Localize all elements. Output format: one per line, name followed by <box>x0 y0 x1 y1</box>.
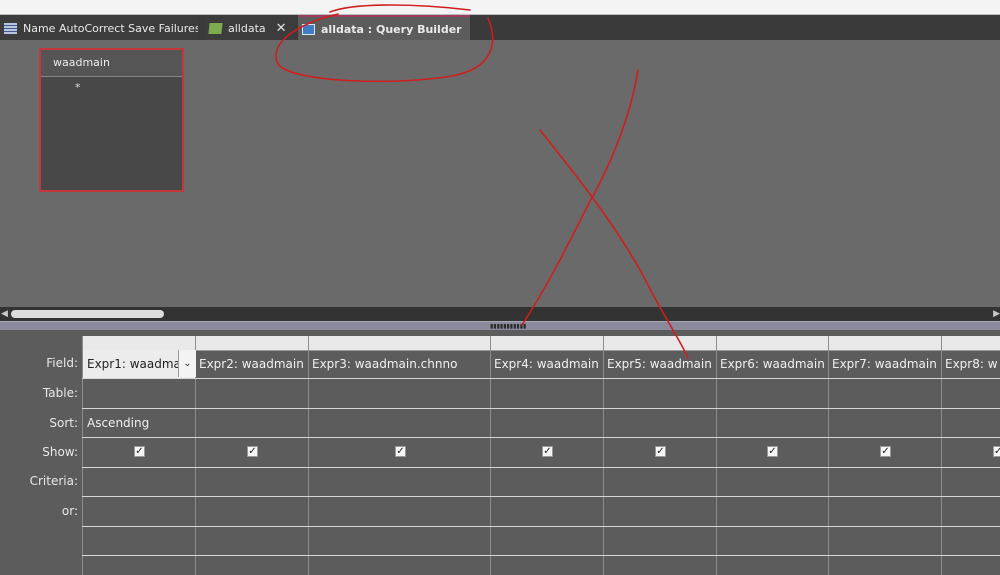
table-icon <box>4 22 17 34</box>
row-label-sort: Sort: <box>49 416 78 430</box>
column-divider <box>603 336 604 575</box>
row-label-show: Show: <box>42 445 78 459</box>
row-divider <box>82 408 1000 409</box>
column-selector-1[interactable] <box>83 336 195 351</box>
column-selector-7[interactable] <box>829 336 941 351</box>
column-selector-5[interactable] <box>604 336 716 351</box>
column-divider <box>308 336 309 575</box>
column-selector-6[interactable] <box>717 336 828 351</box>
query-icon <box>302 24 315 35</box>
document-tab-bar: Name AutoCorrect Save Failures alldata ✕… <box>0 14 1000 42</box>
column-selector-8[interactable] <box>942 336 1000 351</box>
pane-splitter[interactable]: ▮▮▮▮▮▮▮▮▮▮▮ <box>0 321 1000 330</box>
table-title[interactable]: waadmain <box>41 50 182 77</box>
column-divider <box>490 336 491 575</box>
tab-name-autocorrect-save-failures[interactable]: Name AutoCorrect Save Failures <box>0 15 198 41</box>
row-label-criteria: Criteria: <box>29 474 78 488</box>
field-cell-3[interactable]: Expr3: waadmain.chnno <box>312 357 489 371</box>
splitter-grip-icon[interactable]: ▮▮▮▮▮▮▮▮▮▮▮ <box>490 323 526 330</box>
tab-label: Name AutoCorrect Save Failures <box>23 21 198 35</box>
scroll-right-icon[interactable]: ▶ <box>993 309 1000 319</box>
document-icon <box>208 22 223 34</box>
tab-label: alldata <box>228 21 266 35</box>
row-divider <box>82 496 1000 497</box>
field-cell-8[interactable]: Expr8: w <box>945 357 1000 371</box>
horizontal-scrollbar[interactable]: ◀ ▶ <box>0 307 1000 321</box>
field-cell-1-value[interactable]: Expr1: waadmain <box>87 357 178 371</box>
show-checkbox-6[interactable]: ✓ <box>767 446 778 457</box>
show-checkbox-3[interactable]: ✓ <box>395 446 406 457</box>
field-cell-2[interactable]: Expr2: waadmain <box>199 357 308 371</box>
row-divider <box>82 467 1000 468</box>
scroll-thumb[interactable] <box>11 310 164 318</box>
scroll-left-icon[interactable]: ◀ <box>1 309 8 319</box>
tab-alldata-query-builder[interactable]: alldata : Query Builder ✕ <box>298 15 470 42</box>
column-selector-4[interactable] <box>491 336 603 351</box>
row-divider <box>82 526 1000 527</box>
field-cell-6[interactable]: Expr6: waadmain <box>720 357 828 371</box>
show-checkbox-1[interactable]: ✓ <box>134 446 145 457</box>
column-divider <box>941 336 942 575</box>
show-checkbox-8[interactable]: ✓ <box>993 446 1000 457</box>
field-all-columns[interactable]: * <box>41 77 182 94</box>
sort-cell-1[interactable]: Ascending <box>87 416 194 430</box>
show-checkbox-2[interactable]: ✓ <box>247 446 258 457</box>
column-selector-3[interactable] <box>309 336 490 351</box>
column-selector-2[interactable] <box>196 336 308 351</box>
tab-alldata[interactable]: alldata ✕ <box>205 15 297 41</box>
field-cell-7[interactable]: Expr7: waadmain <box>832 357 941 371</box>
show-checkbox-7[interactable]: ✓ <box>880 446 891 457</box>
row-label-table: Table: <box>42 386 78 400</box>
row-divider <box>82 555 1000 556</box>
column-divider <box>828 336 829 575</box>
show-checkbox-4[interactable]: ✓ <box>542 446 553 457</box>
show-checkbox-5[interactable]: ✓ <box>655 446 666 457</box>
row-divider <box>82 378 1000 379</box>
window-top-strip <box>0 0 1000 14</box>
close-icon[interactable]: ✕ <box>276 21 287 36</box>
column-divider <box>716 336 717 575</box>
field-cell-5[interactable]: Expr5: waadmain <box>607 357 716 371</box>
table-field-list-waadmain[interactable]: waadmain * <box>39 48 184 192</box>
row-divider <box>82 437 1000 438</box>
row-label-field: Field: <box>46 356 78 370</box>
field-cell-4[interactable]: Expr4: waadmain <box>494 357 603 371</box>
row-label-or: or: <box>61 504 78 518</box>
tab-label: alldata : Query Builder <box>321 23 462 36</box>
chevron-down-icon[interactable]: ⌄ <box>178 350 196 377</box>
